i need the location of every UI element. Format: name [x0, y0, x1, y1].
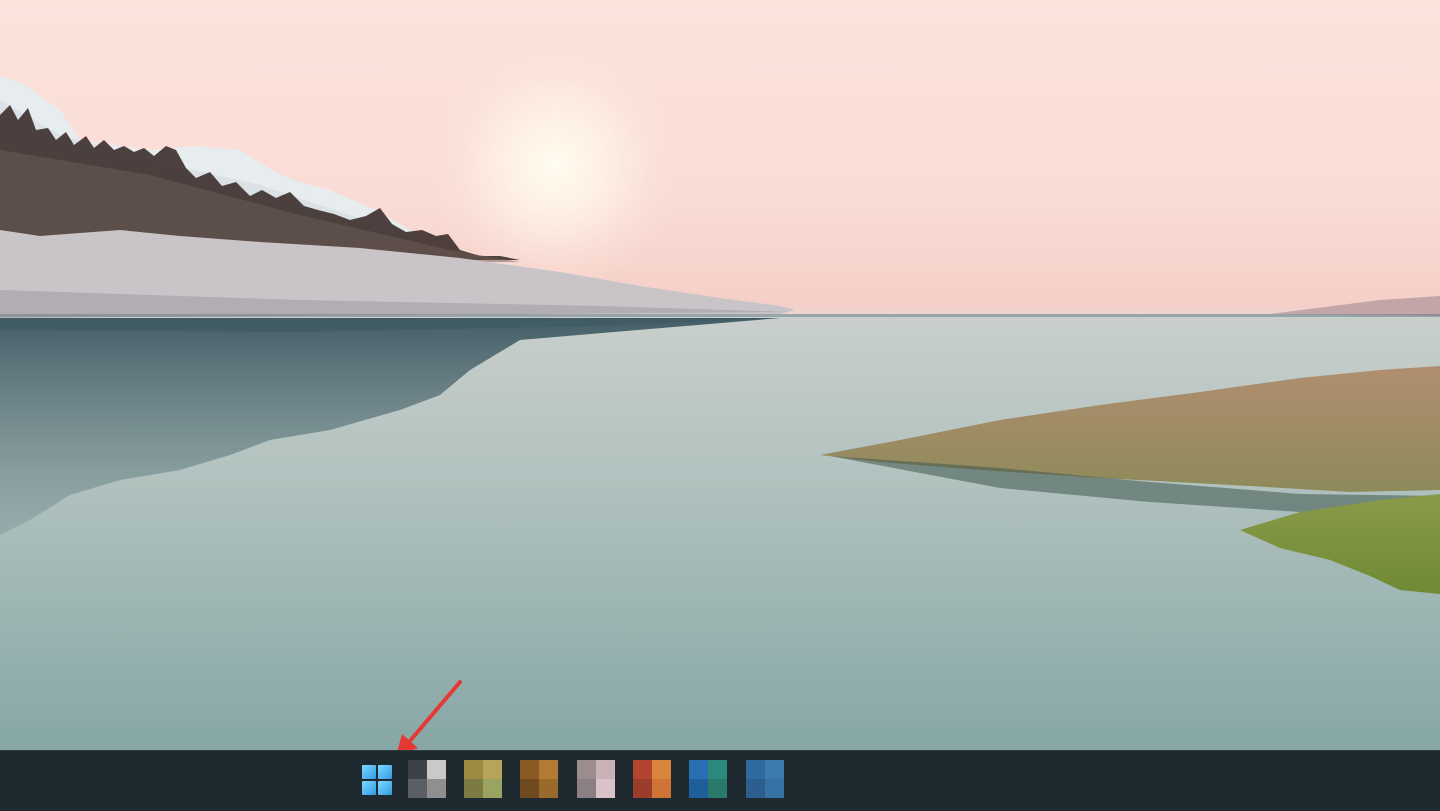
- app-icon-pixel: [464, 760, 483, 779]
- annotation-arrow: [396, 680, 462, 756]
- app-icon-pixel: [652, 760, 671, 779]
- app-icon-pixel: [708, 760, 727, 779]
- app-icon-pixel: [708, 779, 727, 798]
- pinned-app-1[interactable]: [408, 760, 446, 798]
- pinned-app-7[interactable]: [746, 760, 784, 798]
- windows-logo: [362, 765, 392, 795]
- app-icon-pixel: [577, 779, 596, 798]
- pinned-app-5[interactable]: [633, 760, 671, 798]
- app-icon-pixel: [577, 760, 596, 779]
- app-icon-pixel: [633, 779, 652, 798]
- pinned-app-4[interactable]: [577, 760, 615, 798]
- app-icon-pixel: [633, 760, 652, 779]
- app-icon-pixel: [689, 760, 708, 779]
- landscape-scene: [0, 76, 1440, 750]
- app-icon-pixel: [765, 779, 784, 798]
- app-icon-pixel: [596, 779, 615, 798]
- app-icon-pixel: [539, 779, 558, 798]
- app-icon-pixel: [746, 779, 765, 798]
- pinned-app-6[interactable]: [689, 760, 727, 798]
- app-icon-pixel: [427, 779, 446, 798]
- app-icon-pixel: [596, 760, 615, 779]
- app-icon-pixel: [765, 760, 784, 779]
- app-icon-pixel: [520, 779, 539, 798]
- app-icon-pixel: [746, 760, 765, 779]
- app-icon-pixel: [483, 760, 502, 779]
- pinned-app-3[interactable]: [520, 760, 558, 798]
- app-icon-pixel: [427, 760, 446, 779]
- app-icon-pixel: [689, 779, 708, 798]
- app-icon-pixel: [408, 779, 427, 798]
- app-icon-pixel: [483, 779, 502, 798]
- pinned-app-2[interactable]: [464, 760, 502, 798]
- app-icon-pixel: [539, 760, 558, 779]
- app-icon-pixel: [408, 760, 427, 779]
- app-icon-pixel: [520, 760, 539, 779]
- windows-start-icon[interactable]: [358, 760, 396, 798]
- app-icon-pixel: [464, 779, 483, 798]
- app-icon-pixel: [652, 779, 671, 798]
- desktop-wallpaper: [0, 0, 1440, 750]
